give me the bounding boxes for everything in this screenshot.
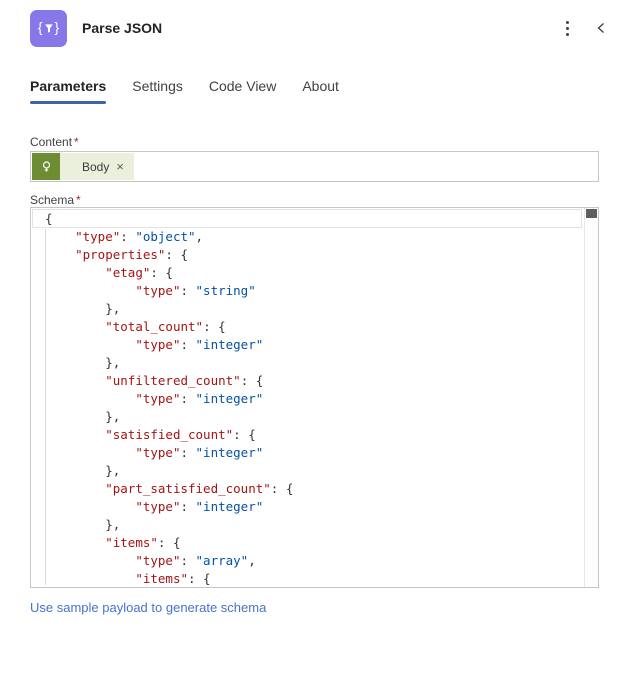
content-field-label: Content * xyxy=(30,135,79,149)
more-options-icon[interactable] xyxy=(554,15,580,41)
schema-field-label: Schema * xyxy=(30,193,81,207)
code-line: "type": "integer" xyxy=(135,445,264,460)
vertical-scrollbar[interactable] xyxy=(584,208,598,587)
code-line: }, xyxy=(45,463,121,478)
content-input[interactable]: Body × xyxy=(30,151,599,182)
code-line: }, xyxy=(45,517,121,532)
token-remove-icon[interactable]: × xyxy=(116,160,124,173)
code-line: "type": "integer" xyxy=(135,391,264,406)
code-line: "type": "integer" xyxy=(135,499,264,514)
vertical-scrollbar-thumb[interactable] xyxy=(586,209,597,218)
code-line: "satisfied_count": { xyxy=(105,427,256,442)
code-line: "items": { xyxy=(105,535,181,550)
tab-parameters[interactable]: Parameters xyxy=(30,78,107,104)
action-header: { } Parse JSON xyxy=(0,0,628,56)
code-line: }, xyxy=(45,409,121,424)
parse-json-icon: { } xyxy=(30,9,67,47)
code-line: "total_count": { xyxy=(105,319,226,334)
collapse-panel-icon[interactable] xyxy=(588,15,614,41)
code-line: }, xyxy=(45,355,121,370)
tab-bar: Parameters Settings Code View About xyxy=(30,78,339,104)
use-sample-payload-link[interactable]: Use sample payload to generate schema xyxy=(30,600,266,615)
required-asterisk: * xyxy=(74,135,79,149)
tab-settings[interactable]: Settings xyxy=(132,78,183,104)
token-pill: Body × xyxy=(60,153,134,180)
token-label: Body xyxy=(82,159,110,174)
dynamic-content-token[interactable]: Body × xyxy=(32,153,134,180)
parse-json-action-panel: { } Parse JSON Parameters Settings Code … xyxy=(0,0,628,696)
code-line: }, xyxy=(45,301,121,316)
code-line: "type": "object", xyxy=(75,229,204,244)
code-line: "properties": { xyxy=(75,247,189,262)
schema-editor[interactable]: { "type": "object", "properties": { "eta… xyxy=(30,207,599,588)
required-asterisk: * xyxy=(76,193,81,207)
code-line: { xyxy=(45,211,53,226)
action-title: Parse JSON xyxy=(82,20,163,36)
code-line: "type": "string" xyxy=(135,283,256,298)
schema-code: { "type": "object", "properties": { "eta… xyxy=(31,210,583,587)
dynamic-content-connector-icon xyxy=(32,153,60,180)
tab-code-view[interactable]: Code View xyxy=(209,78,276,104)
code-line: "etag": { xyxy=(105,265,173,280)
funnel-glyph xyxy=(44,23,53,32)
code-line: "type": "integer" xyxy=(135,337,264,352)
code-line: "items": { xyxy=(135,571,211,586)
code-line: "part_satisfied_count": { xyxy=(105,481,294,496)
code-line: "type": "array", xyxy=(135,553,256,568)
code-line: "unfiltered_count": { xyxy=(105,373,264,388)
tab-about[interactable]: About xyxy=(302,78,339,104)
